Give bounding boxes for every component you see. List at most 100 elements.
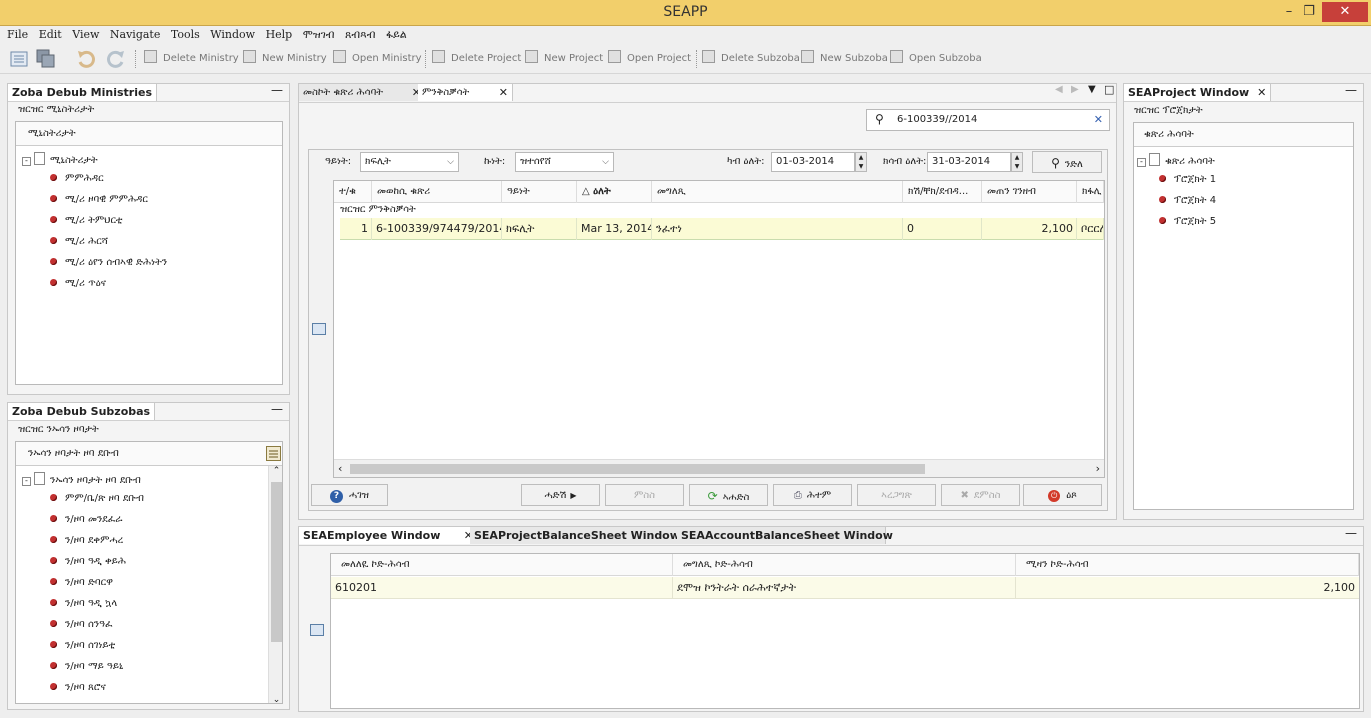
tree-item-ministry[interactable]: ሚ/ሪ ጥዕና (50, 278, 106, 289)
open-project-button[interactable]: Open Project (608, 50, 691, 68)
projects-tree-root[interactable]: - ቁጽሪ ሕሳባት (1137, 153, 1215, 167)
minimize-panel-icon[interactable]: — (1345, 526, 1357, 540)
subzobas-column-header[interactable]: ንኡሳን ዞባታት ዞባ ደቡብ (16, 442, 282, 466)
tree-item-project[interactable]: ፕሮጀክት 4 (1159, 195, 1216, 206)
menu-report[interactable]: ጸብጻብ (345, 26, 376, 44)
col-header-no[interactable]: ተ/ቁ (334, 181, 372, 203)
close-window-button[interactable]: ⏻ ዕጾ (1023, 484, 1102, 506)
maximize-button[interactable]: ❐ (1296, 2, 1322, 22)
save-all-icon[interactable] (36, 49, 56, 69)
subzobas-tab[interactable]: Zoba Debub Subzobas (8, 403, 156, 420)
tree-item-ministry[interactable]: ሚ/ሪ ዕየን ሰብኣዊ ድሕነትን (50, 257, 167, 268)
tab-account-window[interactable]: መስኮት ቁጽሪ ሕሳባት ✕ (299, 84, 426, 101)
maximize-panel-icon[interactable]: □ (1104, 83, 1114, 96)
menu-file[interactable]: File (7, 26, 28, 44)
subzobas-tree-root[interactable]: - ንኡሳን ዞባታት ዞባ ደቡብ (22, 472, 141, 486)
tree-item-subzoba[interactable]: ን/ዞባ ዓዲ ቀይሕ (50, 556, 126, 567)
tree-item-project[interactable]: ፕሮጀክት 1 (1159, 174, 1216, 185)
ministries-tab[interactable]: Zoba Debub Ministries (8, 84, 157, 101)
scroll-thumb[interactable] (350, 464, 925, 474)
search-input[interactable]: 6-100339//2014 (897, 114, 977, 125)
tab-account-balance[interactable]: SEAAccountBalanceSheet Window (677, 527, 893, 544)
tree-item-subzoba[interactable]: ን/ዞባ ሰንዓፈ (50, 619, 113, 630)
col-header-account-code[interactable]: መለለዪ ኮድ-ሕሳብ (331, 554, 673, 576)
tree-item-subzoba[interactable]: ን/ዞባ ደቀምሓረ (50, 535, 123, 546)
ministries-column-header[interactable]: ሚኒስትሪታት (16, 122, 282, 146)
tree-item-ministry[interactable]: ምምሕዳር (50, 173, 104, 184)
col-header-date[interactable]: △ ዕለት (577, 181, 652, 203)
col-header-reference[interactable]: መወከሲ ቁጽሪ (372, 181, 502, 203)
menu-help[interactable]: Help (266, 26, 293, 44)
project-tab[interactable]: SEAProject Window ✕ (1124, 84, 1272, 101)
col-header-account-balance[interactable]: ሚዛን ኮድ-ሕሳብ (1016, 554, 1359, 576)
type-select[interactable]: ክፍሊት ⌵ (360, 152, 459, 172)
col-header-description[interactable]: መግለጺ (652, 181, 903, 203)
tree-item-ministry[interactable]: ሚ/ሪ ዞባዊ ምምሕዳር (50, 194, 148, 205)
col-header-amount[interactable]: መጠን ገንዘብ (982, 181, 1077, 203)
clear-search-icon[interactable]: ✕ (1094, 113, 1103, 126)
table-row[interactable]: 1 6-100339/974479/2014 ክፍሊት Mar 13, 2014… (340, 218, 1104, 240)
tree-item-subzoba[interactable]: ን/ዞባ ድባርዋ (50, 577, 113, 588)
status-select[interactable]: ዝተሰየሸ ⌵ (515, 152, 614, 172)
col-header-type[interactable]: ዓይነት (502, 181, 577, 203)
save-button[interactable]: ምስስ (605, 484, 684, 506)
column-control-icon[interactable] (266, 446, 281, 461)
table-row[interactable]: 610201 ደሞዝ ኮንትራት ሰራሕተኛታት 2,100 (331, 577, 1359, 599)
scroll-down-icon[interactable]: ⌄ (269, 695, 282, 703)
scroll-right-icon[interactable]: › (1096, 462, 1100, 475)
search-field[interactable]: ⚲ 6-100339//2014 ✕ (866, 109, 1110, 131)
tree-item-ministry[interactable]: ሚ/ሪ ሕርሻ (50, 236, 108, 247)
col-header-check[interactable]: ክሽ/ቸክ/ደብዳ... (903, 181, 982, 203)
redo-icon[interactable] (106, 49, 126, 69)
menu-navigate[interactable]: Navigate (110, 26, 160, 44)
menu-register[interactable]: ሞዝገብ (303, 26, 335, 44)
tree-item-subzoba[interactable]: ን/ዞባ ማይ ዓይኒ (50, 661, 123, 672)
approve-button[interactable]: ኣረጋግጽ (857, 484, 936, 506)
undo-icon[interactable] (76, 49, 96, 69)
tab-transactions[interactable]: ምንቅስቓሳት ✕ (418, 84, 513, 101)
new-ministry-button[interactable]: New Ministry (243, 50, 327, 68)
from-date-spinner[interactable]: ▲ ▼ (855, 152, 867, 172)
delete-subzoba-button[interactable]: Delete Subzoba (702, 50, 800, 68)
close-tab-icon[interactable]: ✕ (1257, 86, 1266, 99)
ministries-tree-root[interactable]: - ሚኒስትሪታት (22, 152, 98, 166)
menu-tools[interactable]: Tools (171, 26, 200, 44)
projects-column-header[interactable]: ቁጽሪ ሕሳባት (1134, 123, 1353, 147)
list-icon[interactable] (9, 49, 29, 69)
col-header-section[interactable]: ክፋሊ (1077, 181, 1104, 203)
menu-view[interactable]: View (72, 26, 99, 44)
minimize-panel-icon[interactable]: — (1345, 83, 1357, 97)
open-ministry-button[interactable]: Open Ministry (333, 50, 422, 68)
tab-prev-icon[interactable]: ◀ (1055, 84, 1063, 95)
close-tab-icon[interactable]: ✕ (499, 84, 508, 101)
tab-next-icon[interactable]: ▶ (1071, 84, 1079, 95)
tree-item-subzoba[interactable]: ን/ዞባ ጸሮና (50, 682, 106, 693)
scroll-up-icon[interactable]: ⌃ (269, 466, 282, 476)
tree-item-subzoba[interactable]: ምም/ቤ/ጽ ዞባ ደቡብ (50, 493, 144, 504)
new-subzoba-button[interactable]: New Subzoba (801, 50, 888, 68)
print-button[interactable]: ⎙ ሕተም (773, 484, 852, 506)
tree-item-subzoba[interactable]: ን/ዞባ መንደፈራ (50, 514, 122, 525)
minimize-panel-icon[interactable]: — (271, 83, 283, 97)
refresh-button[interactable]: ⟳ ኣሐድስ (689, 484, 768, 506)
delete-ministry-button[interactable]: Delete Ministry (144, 50, 239, 68)
menu-file-ti[interactable]: ፋይል (386, 26, 407, 44)
new-button[interactable]: ሓድሽ ▶ (521, 484, 600, 506)
tree-item-subzoba[interactable]: ን/ዞባ ዓዲ ኳላ (50, 598, 117, 609)
tree-item-project[interactable]: ፕሮጀክት 5 (1159, 216, 1216, 227)
table-hscrollbar[interactable]: ‹ › (334, 459, 1104, 477)
col-header-account-description[interactable]: መግለጺ ኮድ-ሕሳብ (673, 554, 1016, 576)
close-button[interactable]: ✕ (1322, 2, 1368, 22)
open-subzoba-button[interactable]: Open Subzoba (890, 50, 982, 68)
tree-item-subzoba[interactable]: ን/ዞባ ሰገነይቲ (50, 640, 115, 651)
search-button[interactable]: ⚲ ንድለ (1032, 151, 1102, 173)
minimize-panel-icon[interactable]: — (271, 402, 283, 416)
new-project-button[interactable]: New Project (525, 50, 603, 68)
menu-edit[interactable]: Edit (39, 26, 62, 44)
tab-list-icon[interactable]: ▼ (1088, 84, 1096, 95)
subzobas-scrollbar[interactable]: ⌃ ⌄ (268, 466, 282, 703)
tab-employee-window[interactable]: SEAEmployee Window ✕ (299, 527, 478, 544)
scroll-left-icon[interactable]: ‹ (338, 462, 342, 475)
delete-button[interactable]: ✖ ደምስስ (941, 484, 1020, 506)
list-view-icon[interactable] (312, 323, 326, 335)
